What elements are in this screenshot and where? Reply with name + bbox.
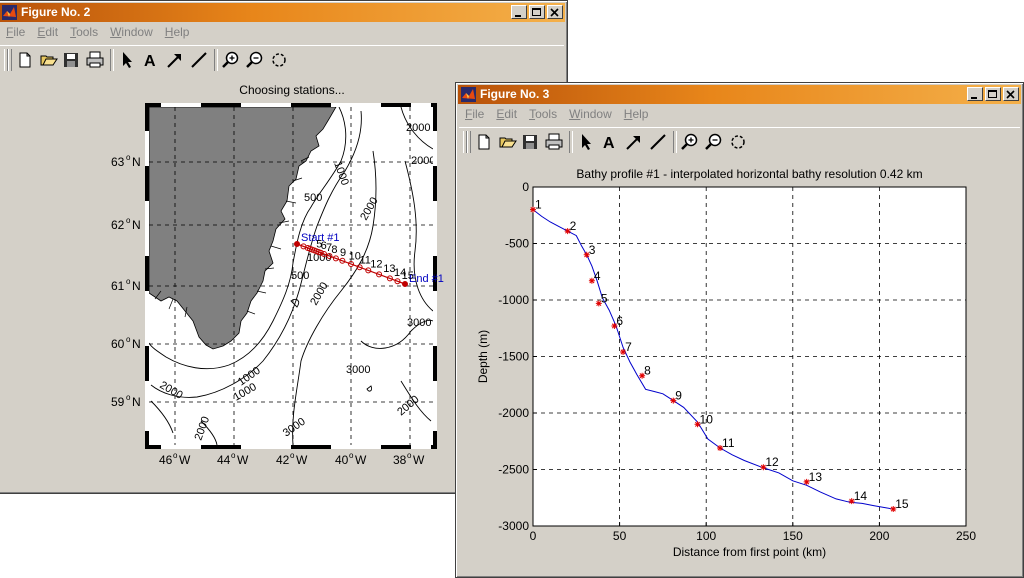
- y-tick-label: -2000: [498, 406, 529, 420]
- svg-text:N: N: [132, 218, 141, 232]
- svg-text:W: W: [355, 453, 367, 467]
- x-axis-label: Distance from first point (km): [673, 545, 826, 559]
- x-tick-label: 200: [869, 529, 889, 543]
- svg-text:42: 42: [276, 453, 290, 467]
- y-tick-label: -2500: [498, 463, 529, 477]
- contour-label: 2000: [411, 155, 435, 167]
- contour-label: 3000: [407, 317, 431, 329]
- station-label: 5: [601, 291, 608, 305]
- y-axis-ticks: 0 -500 -1000 -1500 -2000 -2500 -3000: [498, 180, 537, 533]
- y-tick-label: -1500: [498, 350, 529, 364]
- svg-text:46: 46: [159, 453, 173, 467]
- svg-text:N: N: [132, 337, 141, 351]
- station-number-label: 11: [359, 254, 370, 266]
- station-label: 3: [589, 243, 596, 257]
- station-label: 11: [722, 436, 735, 450]
- svg-text:63: 63: [111, 155, 125, 169]
- lat-label-60: 60 o N: [111, 335, 141, 351]
- contour-label: 500: [291, 270, 309, 282]
- station-label: 9: [675, 389, 682, 403]
- svg-text:o: o: [126, 216, 131, 225]
- station-number-label: 12: [370, 258, 382, 270]
- svg-text:62: 62: [111, 218, 125, 232]
- station-label: 1: [535, 198, 542, 212]
- svg-text:38: 38: [393, 453, 407, 467]
- svg-text:59: 59: [111, 395, 125, 409]
- svg-text:o: o: [407, 451, 412, 460]
- lon-label-40: 40 o W: [335, 451, 367, 467]
- station-number-label: 9: [340, 247, 346, 259]
- svg-text:W: W: [237, 453, 249, 467]
- transect-end-marker[interactable]: [402, 281, 408, 287]
- y-axis-label: Depth (m): [476, 330, 490, 383]
- y-tick-label: -500: [505, 237, 529, 251]
- station-label: 2: [570, 219, 577, 233]
- transect-end-label: End #1: [409, 273, 444, 285]
- station-label: 10: [700, 412, 714, 426]
- lat-label-62: 62 o N: [111, 216, 141, 232]
- x-tick-label: 100: [696, 529, 716, 543]
- svg-text:o: o: [126, 277, 131, 286]
- svg-text:o: o: [126, 153, 131, 162]
- station-label: 6: [616, 314, 623, 328]
- contour-label: 2000: [406, 122, 430, 134]
- lon-label-38: 38 o W: [393, 451, 425, 467]
- bathy-profile-chart[interactable]: 0 50 100 150 200 250 0 -500 -1000 -1500 -2000 -250…: [456, 83, 1021, 575]
- svg-text:o: o: [126, 335, 131, 344]
- y-tick-label: -3000: [498, 519, 529, 533]
- station-number-label: 8: [331, 244, 337, 256]
- station-label: 7: [625, 340, 632, 354]
- chart-title: Bathy profile #1 - interpolated horizont…: [576, 167, 922, 181]
- svg-text:o: o: [173, 451, 178, 460]
- x-tick-label: 150: [783, 529, 803, 543]
- svg-text:o: o: [290, 451, 295, 460]
- contour-label: 3000: [346, 364, 370, 376]
- station-label: 8: [644, 364, 651, 378]
- station-label: 12: [765, 455, 779, 469]
- lon-label-42: 42 o W: [276, 451, 308, 467]
- svg-text:61: 61: [111, 279, 125, 293]
- lat-label-63: 63 o N: [111, 153, 141, 169]
- longitude-labels: 46 o W 44 o W 42 o W 40 o W 38 o W: [159, 451, 425, 467]
- figure-3-window: Figure No. 3 File Edit Tools Window Help…: [455, 82, 1024, 578]
- svg-text:44: 44: [217, 453, 231, 467]
- svg-text:60: 60: [111, 337, 125, 351]
- y-tick-label: -1000: [498, 293, 529, 307]
- contour-label: 500: [304, 192, 322, 204]
- lon-label-44: 44 o W: [217, 451, 249, 467]
- y-tick-label: 0: [522, 180, 529, 194]
- lat-label-59: 59 o N: [111, 393, 141, 409]
- svg-text:40: 40: [335, 453, 349, 467]
- svg-text:W: W: [413, 453, 425, 467]
- station-label: 4: [594, 269, 601, 283]
- latitude-labels: 63 o N 62 o N 61 o N 60 o N 59 o N: [111, 153, 141, 409]
- svg-text:N: N: [132, 155, 141, 169]
- svg-text:o: o: [126, 393, 131, 402]
- svg-text:o: o: [231, 451, 236, 460]
- svg-text:N: N: [132, 279, 141, 293]
- lon-label-46: 46 o W: [159, 451, 191, 467]
- x-tick-label: 250: [956, 529, 976, 543]
- svg-text:N: N: [132, 395, 141, 409]
- svg-text:W: W: [296, 453, 308, 467]
- svg-text:o: o: [349, 451, 354, 460]
- svg-text:W: W: [179, 453, 191, 467]
- x-tick-label: 50: [613, 529, 627, 543]
- lat-label-61: 61 o N: [111, 277, 141, 293]
- station-label: 15: [895, 497, 909, 511]
- transect-start-marker[interactable]: [294, 241, 300, 247]
- station-label: 13: [809, 470, 823, 484]
- x-tick-label: 0: [530, 529, 537, 543]
- station-number-label: 15: [402, 270, 414, 282]
- station-label: 14: [854, 489, 868, 503]
